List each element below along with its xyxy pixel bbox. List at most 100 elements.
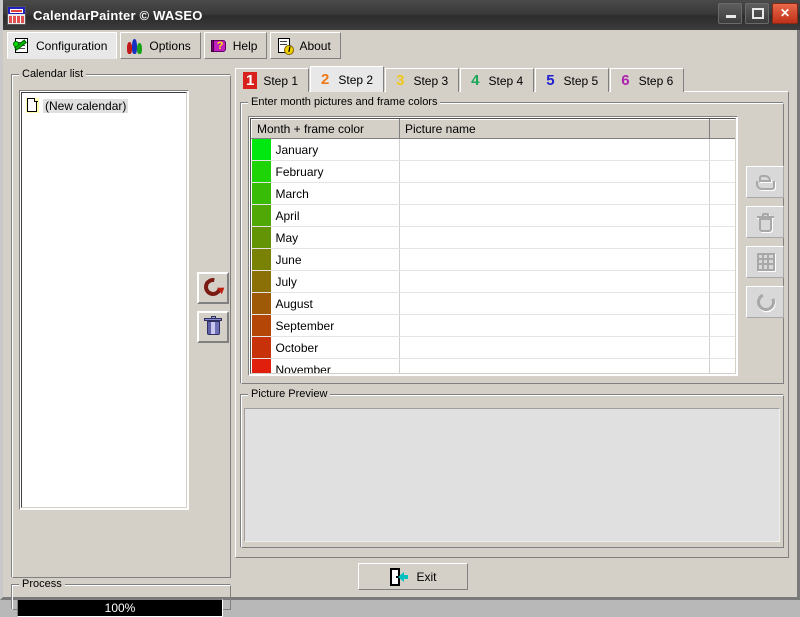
table-row[interactable]: January (251, 138, 735, 161)
frame-color-swatch[interactable] (251, 249, 271, 270)
frame-color-swatch[interactable] (251, 161, 271, 182)
month-name: May (275, 230, 299, 245)
open-picture-button[interactable] (746, 166, 784, 198)
maximize-button[interactable] (745, 3, 769, 24)
exit-button[interactable]: Exit (358, 563, 468, 590)
frame-color-swatch[interactable] (251, 205, 271, 226)
extra-cell[interactable] (709, 292, 735, 315)
table-row[interactable]: March (251, 182, 735, 205)
extra-cell[interactable] (709, 226, 735, 249)
column-header-month[interactable]: Month + frame color (251, 119, 400, 139)
table-row[interactable]: May (251, 226, 735, 249)
extra-cell[interactable] (709, 358, 735, 373)
tab-label-4: Step 4 (488, 73, 524, 88)
tab-step-4[interactable]: 4 Step 4 (460, 68, 535, 92)
picture-name-cell[interactable] (399, 226, 710, 249)
month-color-cell[interactable]: January (251, 138, 400, 161)
extra-cell[interactable] (709, 204, 735, 227)
picture-name-cell[interactable] (399, 270, 710, 293)
month-color-cell[interactable]: April (251, 204, 400, 227)
tab-step-6[interactable]: 6 Step 6 (610, 68, 685, 92)
step-tabstrip: 1 Step 1 2 Step 2 3 Step 3 4 Step 4 5 St… (235, 66, 685, 92)
picture-name-cell[interactable] (399, 182, 710, 205)
month-color-cell[interactable]: February (251, 160, 400, 183)
reload-button[interactable] (746, 286, 784, 318)
table-row[interactable]: August (251, 292, 735, 315)
picture-preview-title: Picture Preview (248, 388, 331, 400)
picture-name-cell[interactable] (399, 138, 710, 161)
picture-name-cell[interactable] (399, 292, 710, 315)
toolbar-item-options[interactable]: Options (120, 32, 201, 59)
frame-color-swatch[interactable] (251, 227, 271, 248)
month-color-cell[interactable]: June (251, 248, 400, 271)
calendar-list-title: Calendar list (19, 68, 87, 80)
minimize-button[interactable] (718, 3, 742, 24)
months-table-container[interactable]: Month + frame color Picture name January… (248, 116, 738, 376)
close-button[interactable]: ✕ (772, 3, 798, 24)
extra-cell[interactable] (709, 270, 735, 293)
table-row[interactable]: September (251, 314, 735, 337)
frame-color-swatch[interactable] (251, 315, 271, 336)
picture-name-cell[interactable] (399, 358, 710, 373)
grid-view-button[interactable] (746, 246, 784, 278)
picture-name-cell[interactable] (399, 248, 710, 271)
month-color-cell[interactable]: August (251, 292, 400, 315)
tab-step-5[interactable]: 5 Step 5 (535, 68, 610, 92)
picture-name-cell[interactable] (399, 314, 710, 337)
tab-number-1: 1 (243, 72, 258, 89)
frame-color-swatch[interactable] (251, 337, 271, 358)
month-name: January (275, 142, 319, 157)
table-row[interactable]: June (251, 248, 735, 271)
frame-color-swatch[interactable] (251, 139, 271, 160)
application-window: CalendarPainter © WASEO ✕ Configuration … (0, 0, 800, 617)
tab-label-1: Step 1 (263, 73, 299, 88)
tab-step-2[interactable]: 2 Step 2 (310, 66, 385, 92)
tab-step-1[interactable]: 1 Step 1 (235, 68, 310, 92)
toolbar-item-help[interactable]: ? Help (203, 32, 268, 59)
calendar-list-group: Calendar list (New calendar) (11, 68, 231, 578)
calendar-listbox[interactable]: (New calendar) (19, 90, 189, 510)
table-row[interactable]: November (251, 358, 735, 373)
extra-cell[interactable] (709, 160, 735, 183)
month-name: June (275, 252, 302, 267)
month-color-cell[interactable]: March (251, 182, 400, 205)
tab-step-3[interactable]: 3 Step 3 (385, 68, 460, 92)
month-color-cell[interactable]: October (251, 336, 400, 359)
column-header-picture-name[interactable]: Picture name (399, 119, 710, 139)
title-bar: CalendarPainter © WASEO ✕ (3, 0, 800, 30)
table-row[interactable]: July (251, 270, 735, 293)
table-row[interactable]: April (251, 204, 735, 227)
extra-cell[interactable] (709, 248, 735, 271)
frame-color-swatch[interactable] (251, 359, 271, 373)
table-row[interactable]: October (251, 336, 735, 359)
frame-color-swatch[interactable] (251, 183, 271, 204)
list-item[interactable]: (New calendar) (24, 97, 130, 114)
clipboard-wrench-icon (13, 37, 31, 55)
table-row[interactable]: February (251, 160, 735, 183)
month-color-cell[interactable]: November (251, 358, 400, 373)
month-name: August (275, 296, 313, 311)
frame-color-swatch[interactable] (251, 293, 271, 314)
month-color-cell[interactable]: May (251, 226, 400, 249)
toolbar-label-configuration: Configuration (36, 38, 108, 53)
toolbar-item-about[interactable]: About (270, 32, 341, 59)
delete-picture-button[interactable] (746, 206, 784, 238)
month-color-cell[interactable]: July (251, 270, 400, 293)
table-header-row: Month + frame color Picture name (251, 119, 735, 139)
picture-name-cell[interactable] (399, 336, 710, 359)
extra-cell[interactable] (709, 336, 735, 359)
toolbar-item-configuration[interactable]: Configuration (7, 32, 118, 59)
column-header-extra[interactable] (709, 119, 735, 139)
frame-color-swatch[interactable] (251, 271, 271, 292)
picture-name-cell[interactable] (399, 160, 710, 183)
month-name: September (275, 318, 335, 333)
month-color-cell[interactable]: September (251, 314, 400, 337)
picture-name-cell[interactable] (399, 204, 710, 227)
months-table: Month + frame color Picture name January… (251, 119, 735, 373)
delete-calendar-button[interactable] (197, 311, 229, 343)
extra-cell[interactable] (709, 182, 735, 205)
new-calendar-button[interactable] (197, 272, 229, 304)
extra-cell[interactable] (709, 138, 735, 161)
extra-cell[interactable] (709, 314, 735, 337)
months-group-title: Enter month pictures and frame colors (248, 96, 441, 108)
